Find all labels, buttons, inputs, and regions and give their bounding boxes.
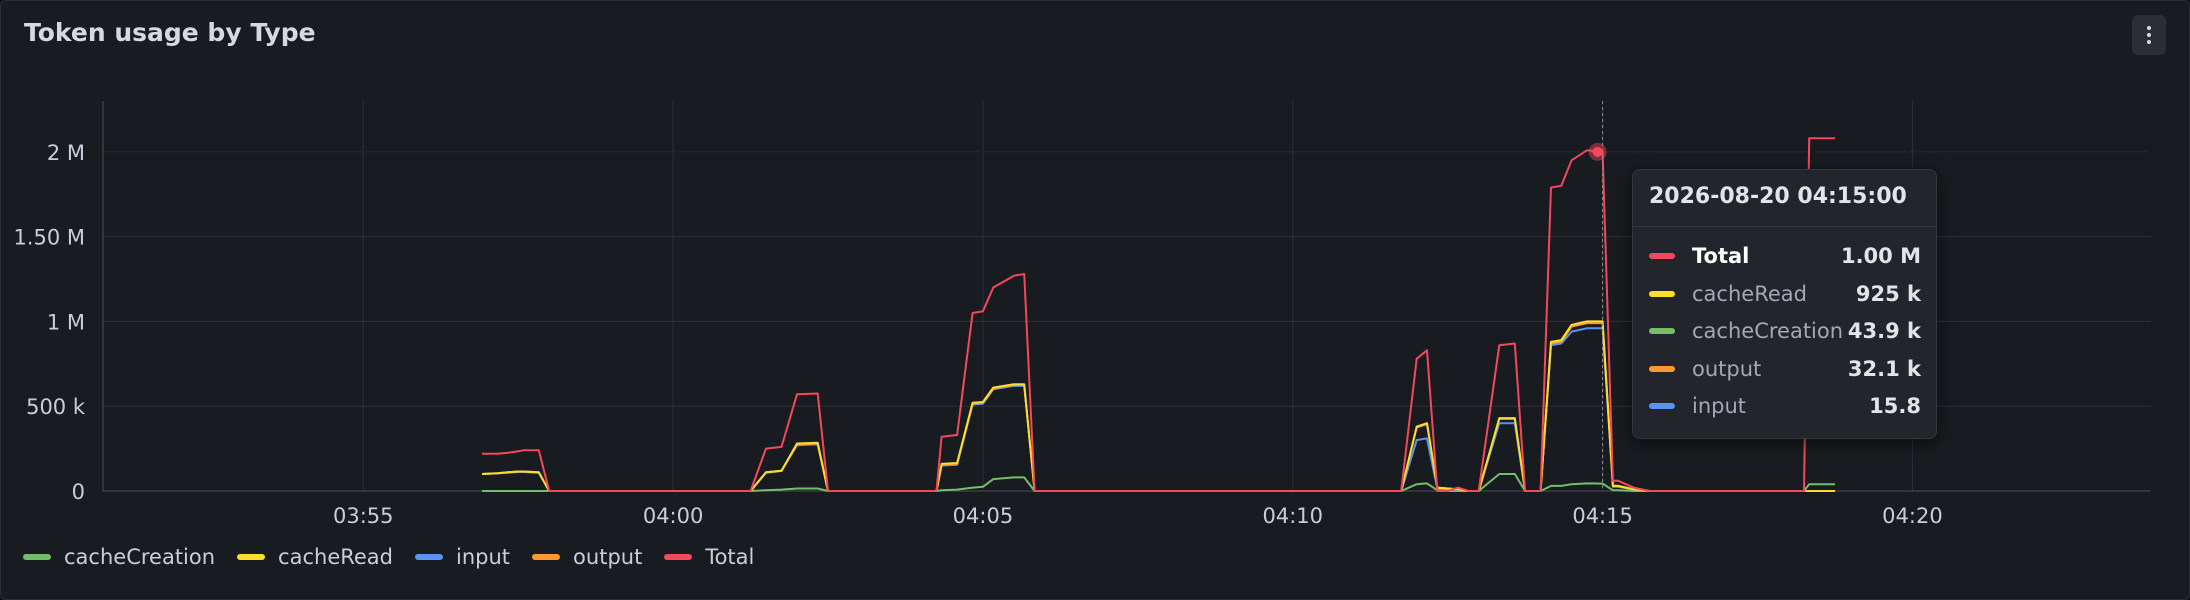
legend-label: cacheRead xyxy=(278,545,394,569)
y-tick-label: 0 xyxy=(72,480,85,504)
tooltip-row-cacheCreation: cacheCreation 43.9 k xyxy=(1649,314,1921,348)
tooltip-swatch xyxy=(1649,365,1675,372)
x-tick-label: 04:10 xyxy=(1262,504,1323,528)
tooltip-timestamp: 2026-08-20 04:15:00 xyxy=(1649,184,1907,209)
tooltip-swatch xyxy=(1649,253,1675,259)
tooltip-label: cacheCreation xyxy=(1692,319,1844,343)
legend-item-output[interactable]: output xyxy=(532,545,642,569)
legend-label: output xyxy=(573,545,643,569)
y-tick-label: 2 M xyxy=(47,141,85,165)
y-tick-label: 1 M xyxy=(47,310,85,334)
chart-panel: Token usage by Type 0 500 k1 M 1.50 M2 M 03… xyxy=(0,0,2190,600)
legend-item-Total[interactable]: Total xyxy=(664,545,754,569)
y-tick-label: 1.50 M xyxy=(13,226,85,250)
legend-swatch xyxy=(664,554,693,560)
tooltip-row-input: input 15.8 xyxy=(1649,389,1921,423)
tooltip-label: output xyxy=(1692,356,1762,381)
hover-point xyxy=(1592,146,1603,157)
x-tick-label: 04:15 xyxy=(1572,504,1633,528)
chart-legend: cacheCreation cacheRead input output Total xyxy=(23,545,754,569)
tooltip-label: Total xyxy=(1692,244,1750,268)
tooltip-row-cacheRead: cacheRead 925 k xyxy=(1649,277,1921,311)
legend-swatch xyxy=(23,554,51,560)
y-tick-label: 500 k xyxy=(26,395,86,419)
chart-tooltip: 2026-08-20 04:15:00 Total 1.00 M cacheRead… xyxy=(1632,169,1937,439)
legend-swatch xyxy=(532,554,561,560)
x-tick-label: 03:55 xyxy=(333,504,394,528)
legend-item-cacheRead[interactable]: cacheRead xyxy=(237,545,393,569)
x-tick-label: 04:20 xyxy=(1882,504,1943,528)
tooltip-swatch xyxy=(1649,290,1675,297)
tooltip-label: cacheRead xyxy=(1692,281,1807,306)
tooltip-value: 43.9 k xyxy=(1847,319,1921,343)
legend-label: Total xyxy=(705,545,755,569)
tooltip-row-output: output 32.1 k xyxy=(1649,352,1921,386)
legend-item-input[interactable]: input xyxy=(415,545,510,569)
tooltip-value: 32.1 k xyxy=(1847,356,1921,381)
tooltip-value: 15.8 xyxy=(1869,394,1921,418)
tooltip-row-Total: Total 1.00 M xyxy=(1649,239,1921,273)
legend-swatch xyxy=(237,554,266,560)
tooltip-value: 1.00 M xyxy=(1840,244,1921,268)
legend-label: cacheCreation xyxy=(64,545,216,569)
tooltip-divider xyxy=(1633,226,1936,227)
x-tick-label: 04:05 xyxy=(953,504,1014,528)
tooltip-label: input xyxy=(1692,394,1747,418)
legend-swatch xyxy=(415,554,444,560)
tooltip-value: 925 k xyxy=(1855,281,1921,306)
x-tick-label: 04:00 xyxy=(643,504,704,528)
legend-label: input xyxy=(456,545,511,569)
legend-item-cacheCreation[interactable]: cacheCreation xyxy=(23,545,215,569)
tooltip-swatch xyxy=(1649,328,1675,334)
tooltip-swatch xyxy=(1649,403,1675,409)
